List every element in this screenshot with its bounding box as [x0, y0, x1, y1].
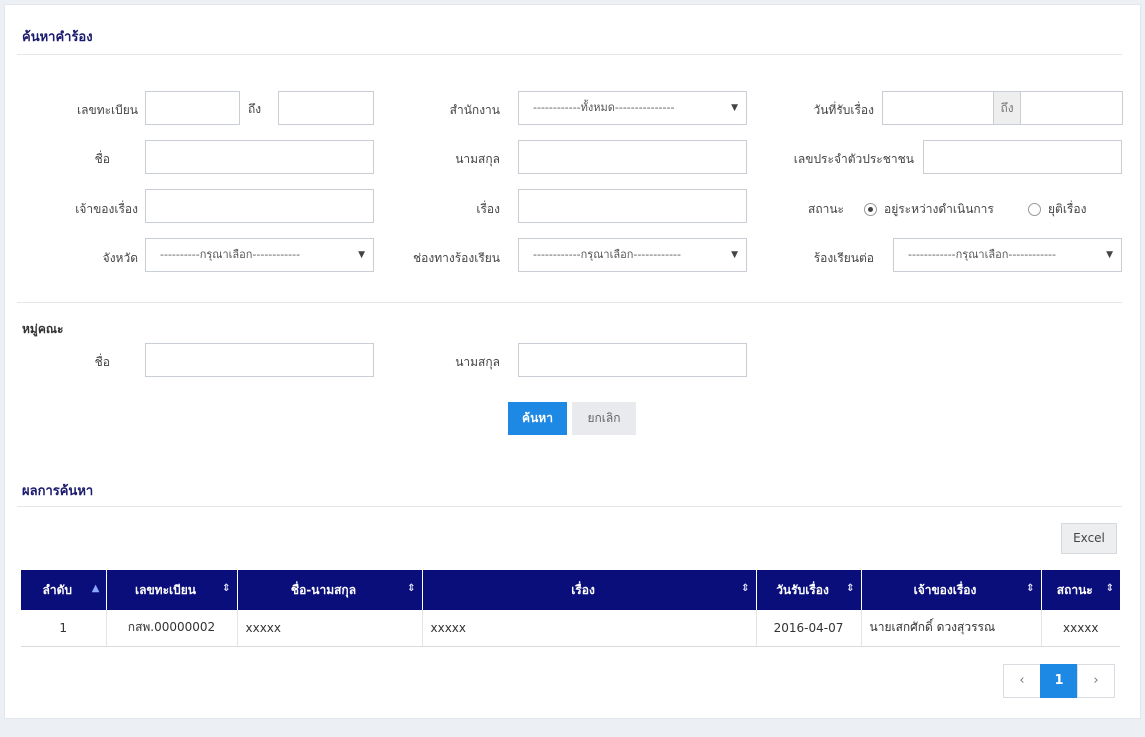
column-header-name[interactable]: ชื่อ-นามสกุล ⇕	[237, 570, 423, 610]
page-1-button[interactable]: 1	[1040, 664, 1078, 698]
caret-down-icon: ▼	[1106, 250, 1113, 260]
divider	[17, 54, 1122, 55]
table-header-row: ลำดับ ▲ เลขทะเบียน ⇕ ชื่อ-นามสกุล ⇕ เรื่อง ⇕…	[21, 570, 1120, 610]
sort-icon: ⇕	[407, 583, 416, 594]
results-section-title: ผลการค้นหา	[22, 484, 94, 499]
row-owner: นายเสกศักดิ์ ดวงสุวรรณ	[861, 610, 1042, 647]
forward-select[interactable]: ------------กรุณาเลือก------------ ▼	[893, 238, 1122, 272]
column-header-label: เรื่อง	[571, 582, 595, 597]
owner-input[interactable]	[145, 189, 374, 223]
row-order: 1	[21, 610, 107, 647]
row-name: xxxxx	[237, 610, 423, 647]
office-select-value: ------------ทั้งหมด---------------	[533, 101, 675, 114]
sort-asc-icon: ▲	[91, 583, 100, 594]
owner-label: เจ้าของเรื่อง	[75, 202, 138, 216]
office-select[interactable]: ------------ทั้งหมด--------------- ▼	[518, 91, 747, 125]
column-header-received-date[interactable]: วันรับเรื่อง ⇕	[756, 570, 862, 610]
group-last-name-label: นามสกุล	[455, 355, 500, 369]
province-select-value: ----------กรุณาเลือก------------	[160, 248, 301, 261]
received-date-from-input[interactable]	[882, 91, 994, 125]
caret-down-icon: ▼	[358, 250, 365, 260]
received-date-to-input[interactable]	[1020, 91, 1123, 125]
table-row[interactable]: 1 กสพ.00000002 xxxxx xxxxx 2016-04-07 นา…	[21, 610, 1120, 647]
sort-icon: ⇕	[846, 583, 855, 594]
row-reg-no: กสพ.00000002	[106, 610, 238, 647]
column-header-owner[interactable]: เจ้าของเรื่อง ⇕	[861, 570, 1042, 610]
province-label: จังหวัด	[102, 251, 138, 265]
sort-icon: ⇕	[741, 583, 750, 594]
radio-unchecked-icon	[1028, 203, 1041, 216]
citizen-id-input[interactable]	[923, 140, 1122, 174]
channel-label: ช่องทางร้องเรียน	[412, 251, 500, 265]
forward-select-value: ------------กรุณาเลือก------------	[908, 248, 1056, 261]
group-section-title: หมู่คณะ	[22, 322, 64, 336]
next-page-button[interactable]: ›	[1077, 664, 1115, 698]
office-label: สำนักงาน	[449, 103, 500, 117]
sort-icon: ⇕	[1105, 583, 1114, 594]
province-select[interactable]: ----------กรุณาเลือก------------ ▼	[145, 238, 374, 272]
divider	[17, 302, 1122, 303]
sort-icon: ⇕	[222, 583, 231, 594]
column-header-reg-no[interactable]: เลขทะเบียน ⇕	[106, 570, 238, 610]
results-table: ลำดับ ▲ เลขทะเบียน ⇕ ชื่อ-นามสกุล ⇕ เรื่อง ⇕…	[21, 570, 1120, 647]
forward-label: ร้องเรียนต่อ	[813, 251, 874, 265]
reg-no-from-input[interactable]	[145, 91, 240, 125]
caret-down-icon: ▼	[731, 250, 738, 260]
first-name-label: ชื่อ	[94, 152, 110, 166]
last-name-input[interactable]	[518, 140, 747, 174]
radio-checked-icon	[864, 203, 877, 216]
column-header-label: ชื่อ-นามสกุล	[290, 582, 357, 597]
search-button[interactable]: ค้นหา	[508, 402, 567, 435]
group-first-name-input[interactable]	[145, 343, 374, 377]
status-closed-label: ยุติเรื่อง	[1048, 202, 1087, 216]
reg-no-to-label: ถึง	[248, 102, 262, 116]
prev-page-button[interactable]: ‹	[1003, 664, 1041, 698]
caret-down-icon: ▼	[731, 103, 738, 113]
divider	[17, 506, 1122, 507]
status-label: สถานะ	[808, 202, 844, 216]
sort-icon: ⇕	[1026, 583, 1035, 594]
column-header-label: เจ้าของเรื่อง	[913, 582, 977, 597]
column-header-label: ลำดับ	[42, 582, 72, 597]
cancel-button[interactable]: ยกเลิก	[572, 402, 636, 435]
channel-select-value: ------------กรุณาเลือก------------	[533, 248, 681, 261]
received-date-label: วันที่รับเรื่อง	[813, 103, 874, 117]
last-name-label: นามสกุล	[455, 152, 500, 166]
date-range-addon: ถึง	[994, 91, 1020, 125]
subject-input[interactable]	[518, 189, 747, 223]
column-header-order[interactable]: ลำดับ ▲	[21, 570, 107, 610]
row-status: xxxxx	[1041, 610, 1120, 647]
first-name-input[interactable]	[145, 140, 374, 174]
status-in-progress-label: อยู่ระหว่างดำเนินการ	[884, 202, 994, 216]
column-header-label: วันรับเรื่อง	[776, 582, 829, 597]
column-header-status[interactable]: สถานะ ⇕	[1041, 570, 1120, 610]
status-closed-radio[interactable]: ยุติเรื่อง	[1028, 200, 1086, 219]
row-subject: xxxxx	[422, 610, 757, 647]
group-last-name-input[interactable]	[518, 343, 747, 377]
column-header-label: เลขทะเบียน	[135, 582, 196, 597]
pagination: ‹ 1 ›	[1003, 664, 1115, 698]
column-header-label: สถานะ	[1056, 582, 1093, 597]
group-first-name-label: ชื่อ	[94, 355, 110, 369]
status-in-progress-radio[interactable]: อยู่ระหว่างดำเนินการ	[864, 200, 994, 219]
reg-no-to-input[interactable]	[278, 91, 374, 125]
subject-label: เรื่อง	[476, 202, 500, 216]
reg-no-label: เลขทะเบียน	[77, 103, 138, 117]
channel-select[interactable]: ------------กรุณาเลือก------------ ▼	[518, 238, 747, 272]
search-section-title: ค้นหาคำร้อง	[22, 30, 93, 45]
column-header-subject[interactable]: เรื่อง ⇕	[422, 570, 757, 610]
excel-export-button[interactable]: Excel	[1061, 523, 1117, 554]
citizen-id-label: เลขประจำตัวประชาชน	[793, 152, 914, 166]
row-received-date: 2016-04-07	[756, 610, 862, 647]
